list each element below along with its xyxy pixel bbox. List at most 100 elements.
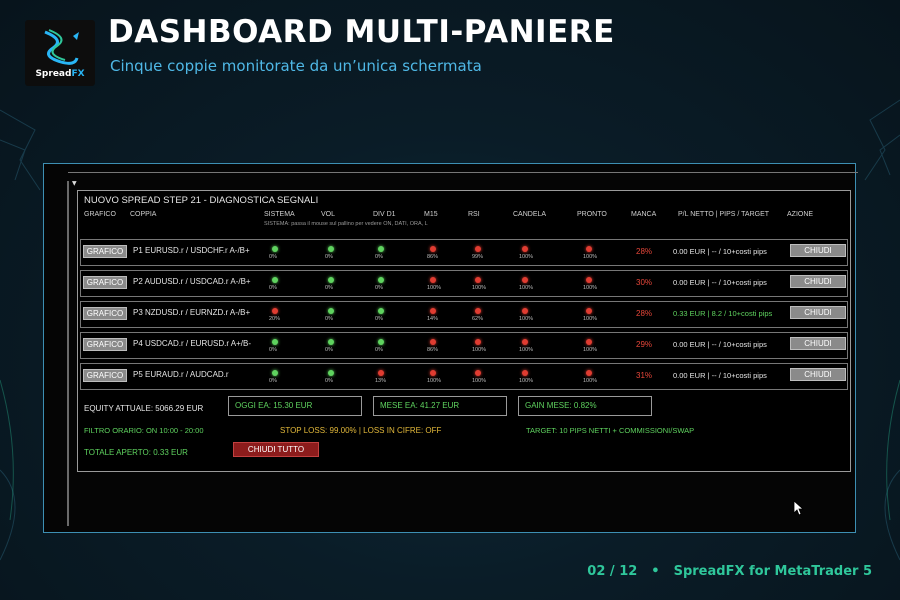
- col-header-div: DIV D1: [373, 211, 396, 218]
- indicator-percent: 0%: [269, 285, 277, 291]
- today-ea-box: OGGI EA: 15.30 EUR: [228, 396, 362, 416]
- indicator-vol: 0%: [319, 370, 343, 384]
- indicator-percent: 0%: [375, 347, 383, 353]
- indicator-candela: 100%: [513, 277, 537, 291]
- indicator-vol: 0%: [319, 308, 343, 322]
- manca-value: 28%: [636, 309, 653, 318]
- indicator-sistema[interactable]: 0%: [263, 277, 287, 291]
- indicator-vol: 0%: [319, 277, 343, 291]
- col-header-coppia: COPPIA: [130, 211, 157, 218]
- col-header-grafico: GRAFICO: [84, 211, 116, 218]
- chiudi-button[interactable]: CHIUDI: [790, 275, 846, 288]
- grafico-button[interactable]: GRAFICO: [83, 245, 127, 258]
- col-header-candela: CANDELA: [513, 211, 547, 218]
- grafico-button[interactable]: GRAFICO: [83, 338, 127, 351]
- status-dot: [272, 308, 278, 314]
- indicator-percent: 100%: [583, 285, 598, 291]
- indicator-m15: 100%: [421, 370, 445, 384]
- indicator-m15: 100%: [421, 277, 445, 291]
- indicator-percent: 0%: [325, 285, 333, 291]
- status-dot: [475, 246, 481, 252]
- indicator-percent: 62%: [472, 316, 484, 322]
- page-title: DASHBOARD MULTI-PANIERE: [108, 14, 615, 50]
- grafico-button[interactable]: GRAFICO: [83, 307, 127, 320]
- col-header-sistema: SISTEMA: [264, 211, 295, 218]
- chiudi-button[interactable]: CHIUDI: [790, 244, 846, 257]
- status-dot: [522, 308, 528, 314]
- status-dot: [475, 339, 481, 345]
- indicator-percent: 100%: [427, 285, 442, 291]
- indicator-div: 0%: [369, 246, 393, 260]
- pair-row: GRAFICO P4 USDCAD.r / EURUSD.r A+/B- 0% 0% 0…: [80, 332, 848, 359]
- pl-value: 0.00 EUR | -- / 10+costi pips: [673, 340, 767, 349]
- col-header-vol: VOL: [321, 211, 336, 218]
- indicator-percent: 20%: [269, 316, 281, 322]
- status-dot: [378, 277, 384, 283]
- indicator-m15: 86%: [421, 339, 445, 353]
- status-dot: [475, 370, 481, 376]
- equity-label: EQUITY ATTUALE: 5066.29 EUR: [84, 404, 204, 413]
- indicator-candela: 100%: [513, 339, 537, 353]
- pair-row: GRAFICO P2 AUDUSD.r / USDCAD.r A-/B+ 0% 0% 0…: [80, 270, 848, 297]
- status-dot: [378, 339, 384, 345]
- target-label: TARGET: 10 PIPS NETTI + COMMISSIONI/SWAP: [526, 426, 695, 435]
- indicator-candela: 100%: [513, 308, 537, 322]
- terminal-scrollbar[interactable]: [67, 181, 69, 526]
- status-dot: [378, 246, 384, 252]
- grafico-button[interactable]: GRAFICO: [83, 369, 127, 382]
- indicator-sistema[interactable]: 0%: [263, 246, 287, 260]
- chiudi-button[interactable]: CHIUDI: [790, 306, 846, 319]
- indicator-percent: 100%: [583, 316, 598, 322]
- stop-loss-label: STOP LOSS: 99.00% | LOSS IN CIFRE: OFF: [280, 426, 442, 435]
- indicator-pronto: 100%: [577, 246, 601, 260]
- pair-row: GRAFICO P1 EURUSD.r / USDCHF.r A-/B+ 0% 0% 0…: [80, 239, 848, 266]
- indicator-percent: 99%: [472, 254, 484, 260]
- close-all-button[interactable]: CHIUDI TUTTO: [233, 442, 319, 457]
- indicator-rsi: 100%: [466, 277, 490, 291]
- indicator-sistema[interactable]: 0%: [263, 370, 287, 384]
- col-header-rsi: RSI: [468, 211, 480, 218]
- status-dot: [586, 370, 592, 376]
- status-dot: [272, 277, 278, 283]
- indicator-percent: 0%: [375, 285, 383, 291]
- status-dot: [475, 277, 481, 283]
- page-number: 02 / 12: [587, 564, 638, 579]
- indicator-sistema[interactable]: 20%: [263, 308, 287, 322]
- indicator-rsi: 100%: [466, 370, 490, 384]
- indicator-rsi: 62%: [466, 308, 490, 322]
- chiudi-button[interactable]: CHIUDI: [790, 337, 846, 350]
- indicator-percent: 100%: [583, 347, 598, 353]
- product-name: SpreadFX for MetaTrader 5: [673, 564, 872, 579]
- indicator-percent: 0%: [375, 254, 383, 260]
- indicator-sistema[interactable]: 0%: [263, 339, 287, 353]
- page-subtitle: Cinque coppie monitorate da un’unica sch…: [110, 57, 482, 75]
- status-dot: [328, 308, 334, 314]
- wave-icon: [44, 29, 79, 65]
- status-dot: [378, 308, 384, 314]
- manca-value: 29%: [636, 340, 653, 349]
- pl-value: 0.00 EUR | -- / 10+costi pips: [673, 247, 767, 256]
- indicator-percent: 0%: [325, 378, 333, 384]
- indicator-candela: 100%: [513, 370, 537, 384]
- indicator-percent: 13%: [375, 378, 387, 384]
- indicator-div: 13%: [369, 370, 393, 384]
- status-dot: [586, 277, 592, 283]
- footer-bullet: •: [651, 564, 660, 579]
- indicator-percent: 100%: [519, 378, 534, 384]
- status-dot: [328, 246, 334, 252]
- indicator-percent: 100%: [519, 285, 534, 291]
- pair-label: P3 NZDUSD.r / EURNZD.r A-/B+: [133, 308, 251, 317]
- status-dot: [272, 370, 278, 376]
- indicator-vol: 0%: [319, 246, 343, 260]
- status-dot: [522, 370, 528, 376]
- chiudi-button[interactable]: CHIUDI: [790, 368, 846, 381]
- col-header-azione: AZIONE: [787, 211, 814, 218]
- logo-text-spread: Spread: [35, 69, 72, 79]
- terminal-top-bar: [68, 172, 858, 180]
- indicator-percent: 100%: [583, 254, 598, 260]
- status-dot: [378, 370, 384, 376]
- indicator-percent: 0%: [269, 378, 277, 384]
- grafico-button[interactable]: GRAFICO: [83, 276, 127, 289]
- dropdown-arrow-icon[interactable]: ▼: [72, 180, 77, 187]
- status-dot: [586, 339, 592, 345]
